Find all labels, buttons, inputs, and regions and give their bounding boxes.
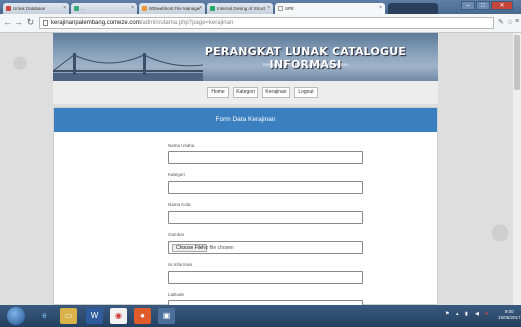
menu-item-home[interactable]: Home [207,87,229,98]
nama-usaha-input[interactable] [168,151,363,164]
browser-tab[interactable]: Internal Desing of Struct × [207,3,273,14]
label-latitude: Latitude [168,292,185,297]
explorer-folder-icon[interactable]: ▭ [60,308,77,324]
bookmark-star-icon[interactable]: ☆ [507,18,513,26]
tab-label: SPE [285,6,295,11]
label-gambar: Gambar [168,232,185,237]
label-nama-kota: Nama Kota [168,202,191,207]
tray-network-icon[interactable]: ▮ [465,311,468,317]
firefox-icon[interactable]: ● [134,308,151,324]
tab-close-icon[interactable]: × [199,3,202,14]
site-header: PERANGKAT LUNAK CATALOGUE INFORMASI Kera… [53,33,438,81]
menu-item-logout[interactable]: Logout [294,87,318,98]
new-tab-button[interactable] [388,3,438,14]
menu-item-kategori[interactable]: Kategori [233,87,258,98]
gambar-file-input[interactable]: Choose File No file chosen [168,241,363,254]
nama-kota-input[interactable] [168,211,363,224]
tray-flag-icon[interactable]: ⚑ [445,311,449,317]
tab-close-icon[interactable]: × [379,3,382,14]
browser-toolbar: ← → ↻ kerajinanpalembang.comeze.com/admi… [0,14,521,33]
minimize-icon[interactable]: – [461,1,475,10]
tab-close-icon[interactable]: × [63,3,66,14]
tab-favicon-icon [6,6,11,11]
tab-label: 000webhost File Manager [149,6,201,11]
scrollbar-thumb[interactable] [514,35,520,90]
address-bar[interactable]: kerajinanpalembang.comeze.com/admin/utam… [39,17,494,29]
tab-favicon-icon [142,6,147,11]
page-icon [43,20,48,26]
browser-tab-active[interactable]: SPE × [275,3,385,14]
menu-icon[interactable]: ≡ [515,18,519,25]
system-clock[interactable]: 9:00 15/05/2017 [498,309,521,321]
label-isi-informasi: Isi Informasi [168,262,193,267]
tray-alert-icon[interactable]: ● [485,311,488,317]
browser-tab[interactable]: ... × [71,3,137,14]
file-status: No file chosen [202,245,234,251]
back-arrow-icon[interactable]: ← [2,17,13,28]
form-card: Form Data Kerajinan Nama Usaha Kategori … [53,107,438,306]
main-menu: Home Kategori Kerajinan Logout [53,81,438,104]
close-icon[interactable]: ✕ [491,1,513,10]
maximize-icon[interactable]: □ [476,1,490,10]
url-path: /admin/utama.php?page=kerajinan [140,20,234,26]
clock-date: 15/05/2017 [498,315,521,320]
tab-favicon-icon [210,6,215,11]
reload-icon[interactable]: ↻ [25,17,36,28]
chrome-icon[interactable]: ◉ [110,308,127,324]
browser-tab[interactable]: 000webhost File Manager × [139,3,205,14]
tray-up-arrow-icon[interactable]: ▴ [456,311,459,317]
browser-tab-bar: Untuk Database × ... × 000webhost File M… [0,0,521,14]
menu-item-kerajinan[interactable]: Kerajinan [262,87,290,98]
start-button[interactable] [7,307,25,325]
site-title: PERANGKAT LUNAK CATALOGUE INFORMASI [204,45,407,71]
page-viewport: PERANGKAT LUNAK CATALOGUE INFORMASI Kera… [0,33,521,315]
form-title: Form Data Kerajinan [54,108,437,132]
app-icon[interactable]: ▣ [158,308,175,324]
word-icon[interactable]: W [86,308,103,324]
ie-icon[interactable]: e [36,308,53,324]
vertical-scrollbar[interactable] [513,33,521,305]
url-host: kerajinanpalembang.comeze.com [51,20,141,26]
tab-favicon-icon [74,6,79,11]
label-kategori: Kategori [168,172,185,177]
tab-favicon-icon [278,6,283,11]
tab-close-icon[interactable]: × [267,3,270,14]
tray-volume-icon[interactable]: ◀ [475,311,479,317]
isi-informasi-input[interactable] [168,271,363,284]
label-nama-usaha: Nama Usaha [168,143,195,148]
site-subtitle: Kerajinan Khas Provinsi Sumatera Selatan [262,62,349,67]
browser-tab[interactable]: Untuk Database × [3,3,69,14]
extension-icon[interactable]: ✎ [498,18,504,26]
kategori-input[interactable] [168,181,363,194]
tab-label: ... [81,6,85,11]
tab-close-icon[interactable]: × [131,3,134,14]
tab-label: Untuk Database [13,6,46,11]
forward-arrow-icon[interactable]: → [13,17,24,28]
tab-label: Internal Desing of Struct [217,6,266,11]
taskbar: e ▭ W ◉ ● ▣ ⚑ ▴ ▮ ◀ ● 9:00 15/05/2017 [0,305,521,327]
